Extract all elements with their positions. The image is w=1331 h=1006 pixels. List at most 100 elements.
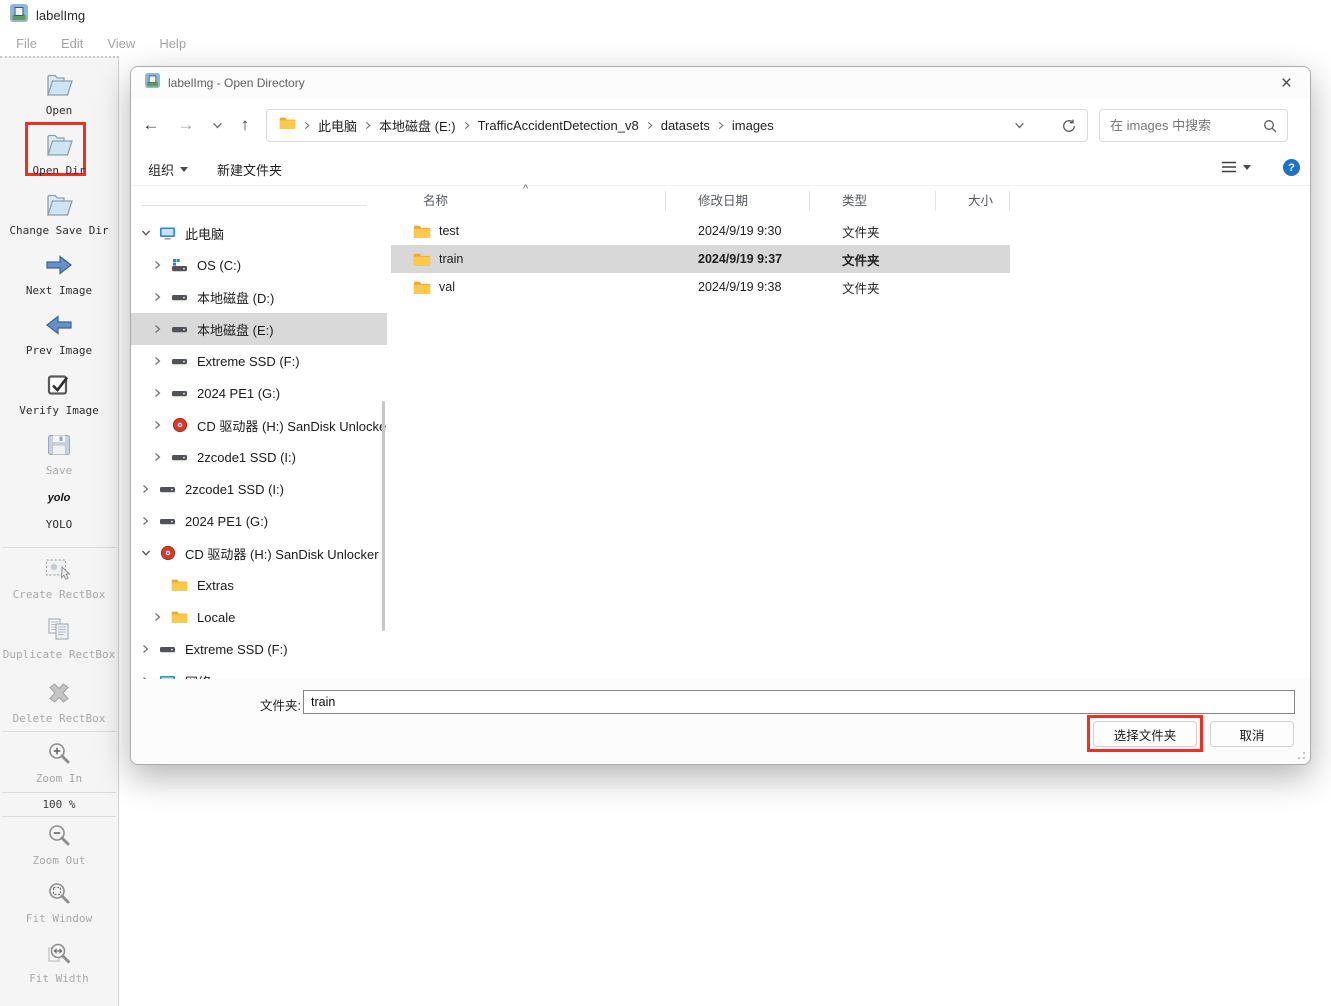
sidebar-item-yolo[interactable]: yolo YOLO <box>0 492 118 531</box>
tree-item-label: 本地磁盘 (E:) <box>197 322 274 338</box>
help-icon[interactable]: ? <box>1283 159 1300 176</box>
chevron-down-icon <box>180 167 189 172</box>
tree-item-extreme-ssd-f[interactable]: Extreme SSD (F:) <box>131 345 387 377</box>
breadcrumb-this-pc[interactable]: 此电脑 <box>318 116 357 135</box>
tree-item-2024-pe1-g-2[interactable]: 2024 PE1 (G:) <box>131 505 387 537</box>
tree-item-2zcode1-ssd-i-2[interactable]: 2zcode1 SSD (I:) <box>131 473 387 505</box>
menu-view[interactable]: View <box>95 36 147 51</box>
sidebar-item-next-image[interactable]: Next Image <box>0 250 118 297</box>
folder-name-input[interactable] <box>303 690 1295 714</box>
address-dropdown-chevron-icon[interactable] <box>1014 120 1025 131</box>
chevron-right-icon[interactable] <box>153 356 170 366</box>
app-icon <box>145 73 160 93</box>
tree-item-local-disk-d[interactable]: 本地磁盘 (D:) <box>131 281 387 313</box>
organize-button[interactable]: 组织 <box>148 160 189 179</box>
file-type: 文件夹 <box>842 225 880 240</box>
chevron-right-icon[interactable] <box>153 388 170 398</box>
checkbox-check-icon <box>46 370 72 400</box>
chevron-right-icon[interactable] <box>141 644 158 654</box>
refresh-icon[interactable] <box>1061 118 1077 134</box>
sidebar-separator <box>2 731 116 732</box>
tree-item-this-pc[interactable]: 此电脑 <box>131 217 387 249</box>
tree-item-2024-pe1-g[interactable]: 2024 PE1 (G:) <box>131 377 387 409</box>
chevron-right-icon[interactable] <box>153 452 170 462</box>
address-bar[interactable]: 此电脑 本地磁盘 (E:) TrafficAccidentDetection_v… <box>266 109 1088 142</box>
menu-help[interactable]: Help <box>147 36 198 51</box>
tree-item-extras[interactable]: Extras <box>131 569 387 601</box>
menu-edit[interactable]: Edit <box>49 36 95 51</box>
breadcrumb-datasets[interactable]: datasets <box>661 118 710 133</box>
breadcrumb-local-disk-e[interactable]: 本地磁盘 (E:) <box>379 116 456 135</box>
folder-icon <box>279 116 296 135</box>
tree-item-label: 2024 PE1 (G:) <box>185 513 269 529</box>
drive-icon <box>158 642 177 657</box>
tree-item-cd-drive-h[interactable]: CD 驱动器 (H:) SanDisk Unlocke <box>131 409 387 441</box>
tree-scrollbar[interactable] <box>382 401 385 631</box>
tree-item-extreme-ssd-f-2[interactable]: Extreme SSD (F:) <box>131 633 387 665</box>
chevron-down-icon[interactable] <box>141 548 158 558</box>
back-icon[interactable]: ← <box>137 111 165 139</box>
file-row-test[interactable]: test 2024/9/19 9:30 文件夹 <box>391 217 1010 245</box>
sidebar-item-open-dir[interactable]: Open Dir <box>0 130 118 177</box>
tree-item-cd-drive-h-2[interactable]: CD 驱动器 (H:) SanDisk Unlocker <box>131 537 387 569</box>
fit-window-icon <box>47 878 72 908</box>
cancel-button[interactable]: 取消 <box>1210 721 1294 747</box>
close-icon[interactable]: × <box>1277 74 1296 93</box>
menu-file[interactable]: File <box>4 36 49 51</box>
column-header-type[interactable]: 类型 <box>810 190 936 211</box>
sidebar-item-change-save-dir[interactable]: Change Save Dir <box>0 190 118 237</box>
sidebar-item-prev-image[interactable]: Prev Image <box>0 310 118 357</box>
fit-width-icon <box>47 938 72 968</box>
tree-item-locale[interactable]: Locale <box>131 601 387 633</box>
column-header-name[interactable]: 名称 <box>391 190 666 211</box>
navigation-tree: 此电脑 OS (C:) 本地磁盘 (D:) 本地磁盘 (E:) Extreme <box>131 217 387 681</box>
list-view-icon <box>1222 161 1236 173</box>
view-options-button[interactable] <box>1221 160 1251 174</box>
tree-item-label: 2024 PE1 (G:) <box>197 385 281 401</box>
sort-ascending-icon: ^ <box>523 183 529 195</box>
drive-icon <box>170 290 189 305</box>
cd-drive-icon <box>158 545 177 561</box>
file-list: ^ 名称 修改日期 类型 大小 test 2024/9/19 9:30 文件夹 <box>391 183 1310 681</box>
resize-grip[interactable] <box>1293 747 1305 759</box>
sidebar-item-label: Duplicate RectBox <box>2 648 116 661</box>
search-input[interactable] <box>1110 118 1263 133</box>
file-row-train[interactable]: train 2024/9/19 9:37 文件夹 <box>391 245 1010 273</box>
dialog-toolbar: 组织 新建文件夹 ? <box>131 153 1310 186</box>
choose-folder-button[interactable]: 选择文件夹 <box>1093 721 1197 747</box>
search-box[interactable] <box>1099 109 1288 142</box>
file-name: train <box>439 252 464 266</box>
chevron-right-icon[interactable] <box>141 484 158 494</box>
tree-item-label: Extras <box>197 577 234 593</box>
chevron-right-icon[interactable] <box>153 612 170 622</box>
menubar: File Edit View Help <box>0 30 1331 56</box>
recent-locations-chevron-icon[interactable] <box>203 111 231 139</box>
forward-icon[interactable]: → <box>172 111 200 139</box>
new-folder-button[interactable]: 新建文件夹 <box>217 160 282 179</box>
column-header-size[interactable]: 大小 <box>936 190 1010 211</box>
up-icon[interactable]: ↑ <box>231 111 259 139</box>
dialog-titlebar[interactable]: labelImg - Open Directory × <box>131 67 1310 99</box>
tree-divider <box>141 205 367 206</box>
sidebar-item-open[interactable]: Open <box>0 70 118 117</box>
file-row-val[interactable]: val 2024/9/19 9:38 文件夹 <box>391 273 1010 301</box>
tree-item-2zcode1-ssd-i[interactable]: 2zcode1 SSD (I:) <box>131 441 387 473</box>
breadcrumb-chevron-icon <box>304 121 310 130</box>
organize-label: 组织 <box>148 163 175 178</box>
tree-item-os-c[interactable]: OS (C:) <box>131 249 387 281</box>
chevron-right-icon[interactable] <box>141 516 158 526</box>
sidebar-item-label: Delete RectBox <box>12 712 106 725</box>
column-header-date-modified[interactable]: 修改日期 <box>666 190 810 211</box>
breadcrumb-trafficaccidentdetection[interactable]: TrafficAccidentDetection_v8 <box>478 118 639 133</box>
sidebar-item-delete-rectbox: Delete RectBox <box>0 678 118 725</box>
chevron-right-icon[interactable] <box>153 420 170 430</box>
tree-item-local-disk-e[interactable]: 本地磁盘 (E:) <box>131 313 387 345</box>
sidebar-item-verify-image[interactable]: Verify Image <box>0 370 118 417</box>
chevron-right-icon[interactable] <box>153 292 170 302</box>
chevron-right-icon[interactable] <box>153 324 170 334</box>
new-folder-label: 新建文件夹 <box>217 163 283 178</box>
breadcrumb-images[interactable]: images <box>732 118 774 133</box>
chevron-right-icon[interactable] <box>153 260 170 270</box>
sidebar-item-zoom-level[interactable]: 100 % <box>0 798 118 811</box>
chevron-down-icon[interactable] <box>141 228 158 238</box>
